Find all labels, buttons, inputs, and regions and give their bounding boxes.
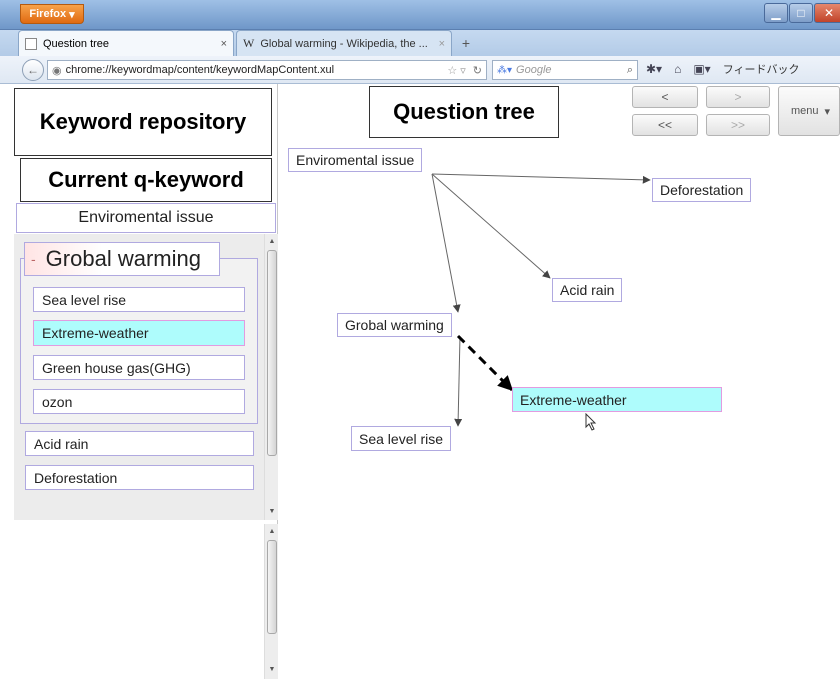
tab-question-tree[interactable]: Question tree × (18, 30, 234, 56)
feedback-button[interactable]: フィードバック (723, 61, 800, 77)
tab-label: Global warming - Wikipedia, the ... (260, 37, 428, 50)
tab-wikipedia[interactable]: W Global warming - Wikipedia, the ... × (236, 30, 452, 56)
keyword-group-title[interactable]: - Grobal warming (24, 242, 220, 276)
chevron-down-icon: ▾ (69, 8, 75, 21)
back-button[interactable]: ← (22, 59, 44, 81)
close-window-button[interactable]: ✕ (814, 3, 840, 23)
keyword-group-title-label: Grobal warming (45, 246, 201, 271)
prev-button[interactable]: < (632, 86, 698, 108)
tree-node-deforestation[interactable]: Deforestation (652, 178, 752, 202)
left-gutter (0, 84, 14, 679)
window-titlebar: Firefox ▾ ▁ □ ✕ (0, 0, 840, 30)
keyword-item[interactable]: Deforestation (25, 465, 254, 490)
minimize-button[interactable]: ▁ (764, 3, 788, 23)
scroll-up-icon[interactable]: ▲ (267, 238, 277, 245)
url-bar[interactable]: ◉ chrome://keywordmap/content/keywordMap… (47, 60, 487, 80)
url-text: chrome://keywordmap/content/keywordMapCo… (65, 64, 335, 76)
toolbar-icons: ✱▾ ⌂ ▣▾ フィードバック (646, 61, 799, 77)
current-q-keyword-label: Current q-keyword (20, 158, 272, 202)
keyword-item[interactable]: ozon (33, 389, 245, 414)
close-tab-icon[interactable]: × (221, 38, 227, 50)
page-icon (25, 37, 37, 50)
collapse-toggle-icon[interactable]: - (31, 251, 36, 267)
close-tab-icon[interactable]: × (439, 38, 445, 50)
navigation-toolbar: ← ◉ chrome://keywordmap/content/keywordM… (0, 56, 840, 84)
first-button[interactable]: << (632, 114, 698, 136)
menu-button[interactable]: menu ▾ (778, 86, 840, 136)
bookmarks-menu-icon[interactable]: ▣▾ (693, 62, 710, 76)
scrollbar-thumb[interactable] (267, 250, 277, 456)
back-arrow-icon: ← (27, 63, 39, 77)
current-keyword-field[interactable]: Enviromental issue (16, 203, 276, 233)
bookmark-star-icon[interactable]: ☆▿ (447, 64, 468, 77)
firefox-menu-button[interactable]: Firefox ▾ (20, 4, 84, 24)
firefox-menu-label: Firefox (29, 8, 67, 20)
tree-node-acid-rain[interactable]: Acid rain (552, 278, 623, 302)
reload-icon[interactable]: ↻ (473, 64, 482, 77)
menu-button-label: menu (791, 105, 819, 117)
site-identity-icon: ◉ (52, 64, 62, 77)
addon-icon[interactable]: ✱▾ (646, 62, 662, 76)
tree-node-global-warming[interactable]: Grobal warming (337, 313, 452, 337)
question-tree-label: Question tree (369, 86, 559, 138)
keyword-item[interactable]: Acid rain (25, 431, 254, 456)
scroll-down-icon[interactable]: ▼ (267, 508, 277, 515)
scroll-down-icon[interactable]: ▼ (267, 666, 277, 673)
keyword-repository-label: Keyword repository (14, 88, 272, 156)
scroll-up-icon[interactable]: ▲ (267, 528, 277, 535)
lower-scrollbar[interactable]: ▲ ▼ (264, 524, 278, 679)
tab-label: Question tree (43, 37, 110, 50)
search-icon[interactable]: ⌕ (627, 64, 633, 77)
mouse-pointer-icon (585, 413, 597, 431)
last-button[interactable]: >> (706, 114, 770, 136)
search-placeholder: Google (516, 64, 552, 76)
new-tab-button[interactable]: + (456, 34, 476, 52)
tree-node-extreme-weather[interactable]: Extreme-weather (512, 387, 722, 412)
wikipedia-icon: W (243, 36, 255, 50)
search-engine-icon[interactable]: ⁂▾ (497, 65, 512, 76)
keyword-item[interactable]: Green house gas(GHG) (33, 355, 245, 380)
tree-node-root[interactable]: Enviromental issue (288, 148, 423, 172)
tab-strip: Question tree × W Global warming - Wikip… (0, 30, 840, 56)
keyword-item[interactable]: Sea level rise (33, 287, 245, 312)
next-button[interactable]: > (706, 86, 770, 108)
home-icon[interactable]: ⌂ (674, 62, 681, 76)
scrollbar-thumb[interactable] (267, 540, 277, 634)
tree-node-sea-level-rise[interactable]: Sea level rise (351, 426, 452, 451)
chevron-down-icon: ▾ (824, 105, 831, 118)
keyword-item-selected[interactable]: Extreme-weather (33, 320, 245, 346)
keyword-list-scrollbar[interactable]: ▲ ▼ (264, 234, 278, 520)
maximize-button[interactable]: □ (789, 3, 813, 23)
search-box[interactable]: ⁂▾ Google ⌕ (492, 60, 638, 80)
